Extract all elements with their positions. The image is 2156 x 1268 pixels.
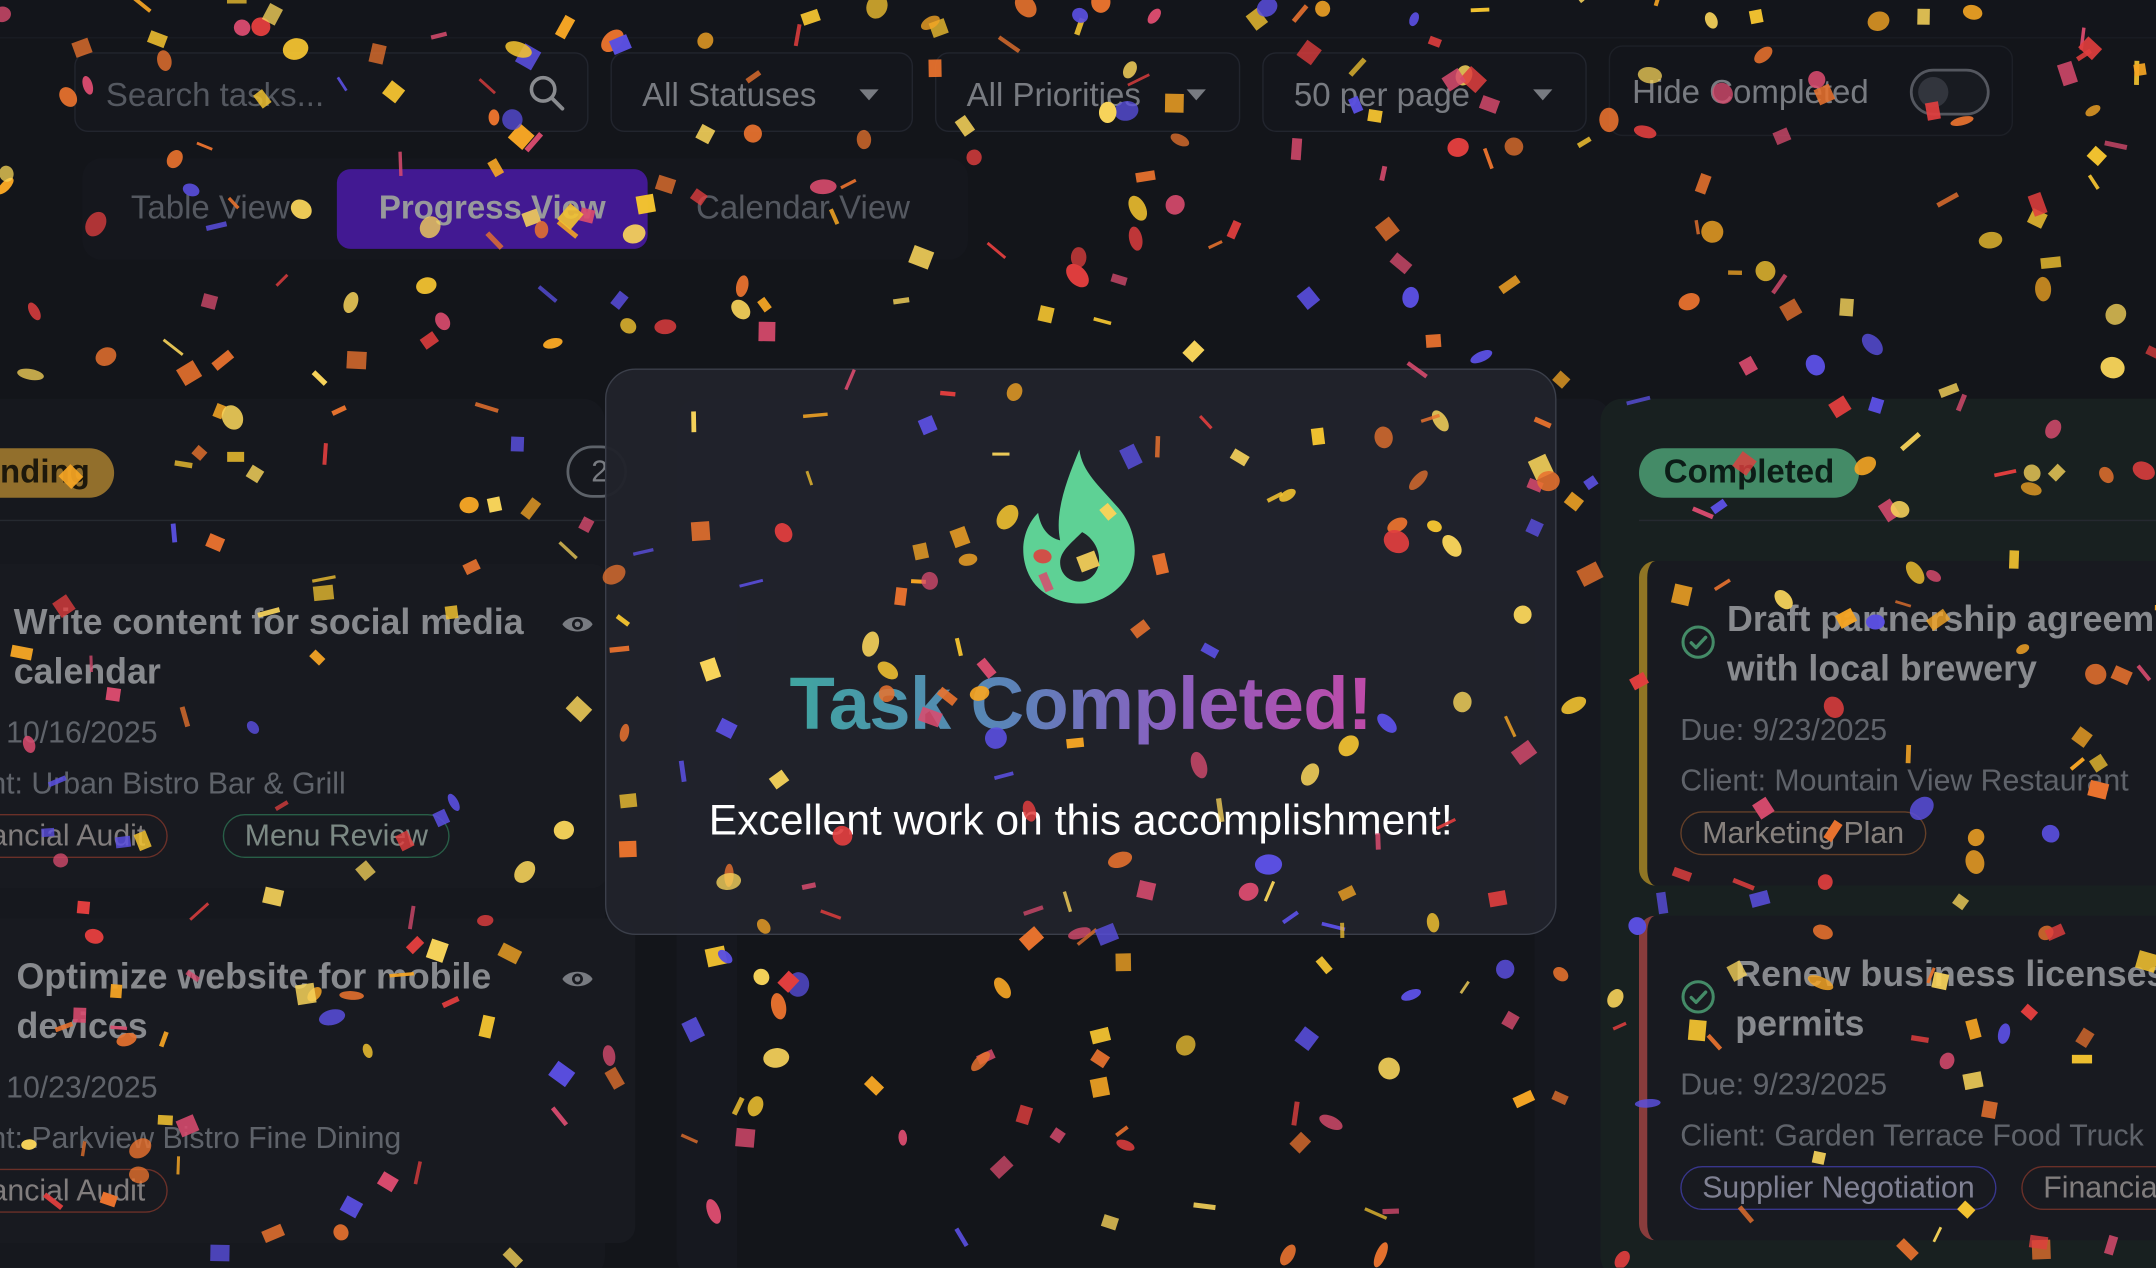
- task-completed-dialog: Task Completed! Excellent work on this a…: [605, 368, 1557, 935]
- dialog-title-text: Task Completed!: [789, 662, 1373, 746]
- app-root: Search tasks... All Statuses All Priorit…: [0, 0, 2156, 1268]
- flame-icon: [1023, 449, 1135, 604]
- dialog-message: Excellent work on this accomplishment!: [708, 796, 1453, 845]
- dialog-title: Task Completed!: [606, 661, 1555, 746]
